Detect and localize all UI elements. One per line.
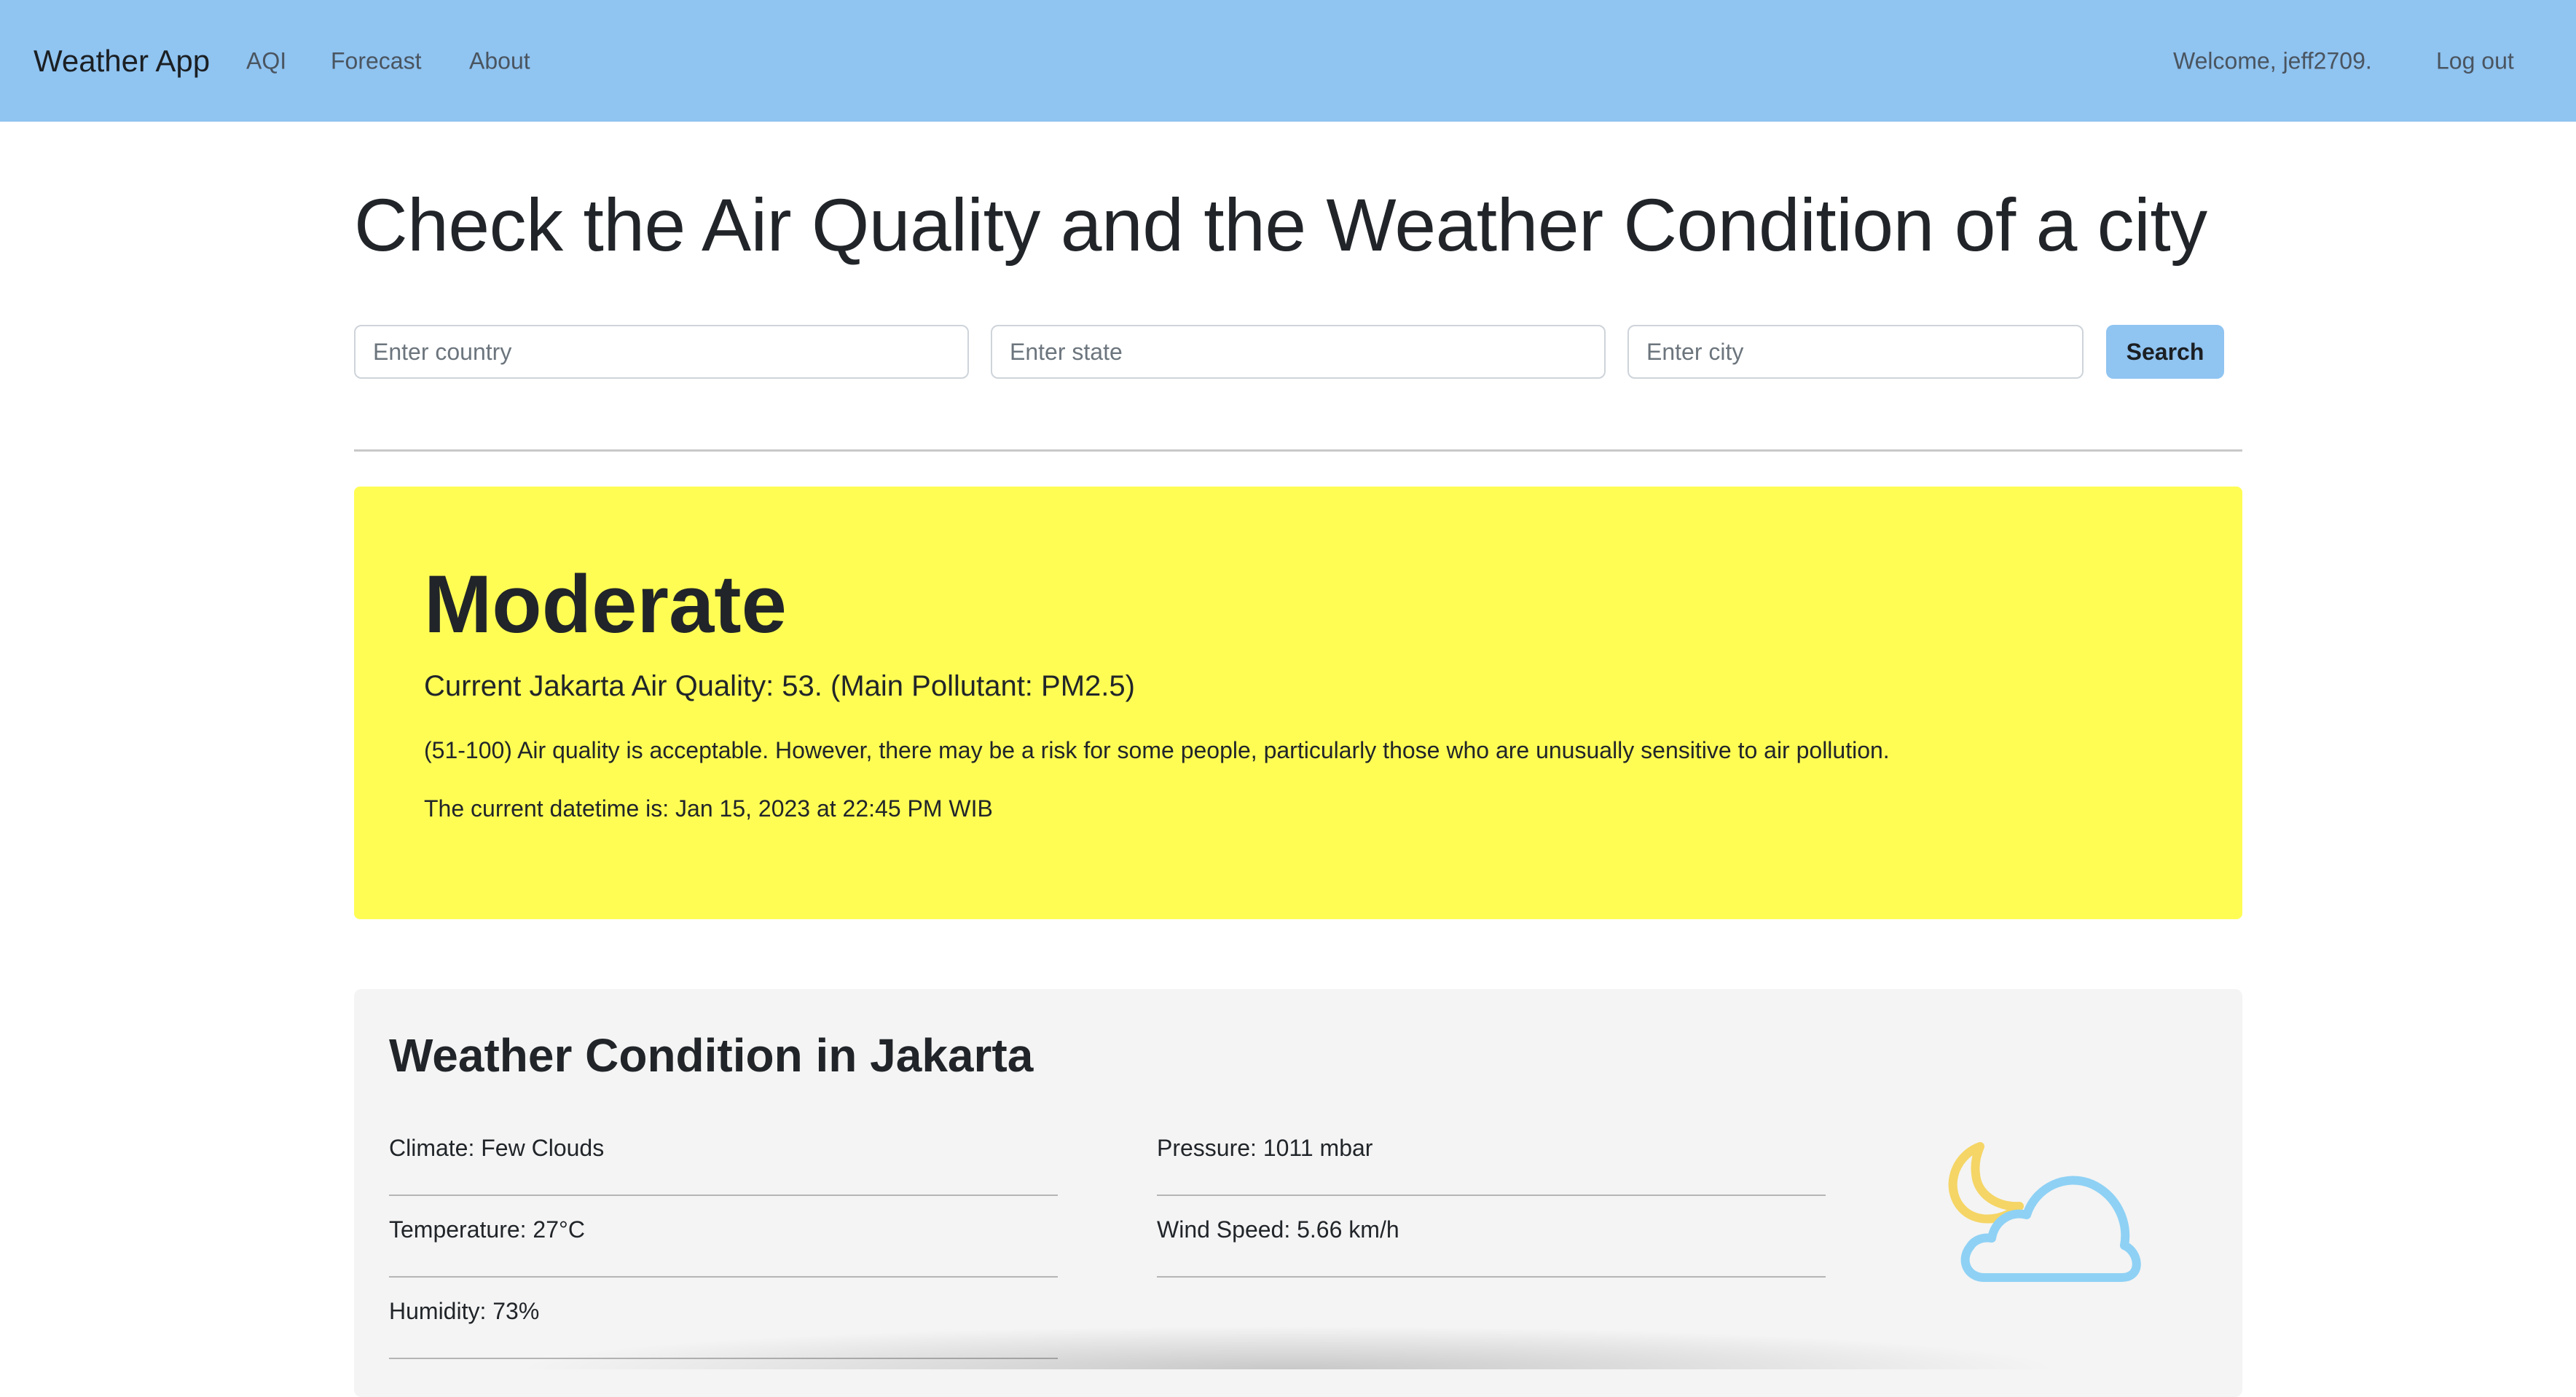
- top-navbar: Weather App AQI Forecast About Welcome, …: [0, 0, 2576, 122]
- weather-pressure: Pressure: 1011 mbar: [1157, 1135, 1373, 1161]
- country-input[interactable]: [354, 325, 969, 379]
- search-button[interactable]: Search: [2106, 325, 2224, 379]
- aqi-description: (51-100) Air quality is acceptable. Howe…: [424, 737, 1890, 763]
- city-input[interactable]: [1627, 325, 2084, 379]
- weather-wind-row: Wind Speed: 5.66 km/h: [1157, 1196, 1826, 1278]
- nav-link-forecast[interactable]: Forecast: [331, 47, 421, 74]
- weather-temperature-row: Temperature: 27°C: [389, 1196, 1058, 1278]
- weather-title: Weather Condition in Jakarta: [389, 1029, 1034, 1082]
- state-input[interactable]: [991, 325, 1606, 379]
- weather-pressure-row: Pressure: 1011 mbar: [1157, 1114, 1826, 1196]
- weather-climate-row: Climate: Few Clouds: [389, 1114, 1058, 1196]
- section-divider: [354, 449, 2242, 452]
- moon-cloud-icon: [1948, 1142, 2141, 1282]
- aqi-card: Moderate Current Jakarta Air Quality: 53…: [354, 487, 2242, 919]
- page-title: Check the Air Quality and the Weather Co…: [354, 184, 2207, 267]
- weather-climate: Climate: Few Clouds: [389, 1135, 605, 1161]
- welcome-text: Welcome, jeff2709.: [2173, 47, 2372, 74]
- logout-link[interactable]: Log out: [2436, 47, 2514, 74]
- weather-humidity: Humidity: 73%: [389, 1298, 540, 1324]
- brand-link[interactable]: Weather App: [34, 44, 210, 79]
- bottom-shadow: [510, 1326, 2066, 1369]
- aqi-level-heading: Moderate: [424, 559, 787, 650]
- nav-link-aqi[interactable]: AQI: [246, 47, 286, 74]
- weather-wind-speed: Wind Speed: 5.66 km/h: [1157, 1216, 1399, 1243]
- aqi-datetime: The current datetime is: Jan 15, 2023 at…: [424, 795, 993, 822]
- aqi-current-value: Current Jakarta Air Quality: 53. (Main P…: [424, 670, 1135, 702]
- weather-temperature: Temperature: 27°C: [389, 1216, 585, 1243]
- nav-link-about[interactable]: About: [469, 47, 530, 74]
